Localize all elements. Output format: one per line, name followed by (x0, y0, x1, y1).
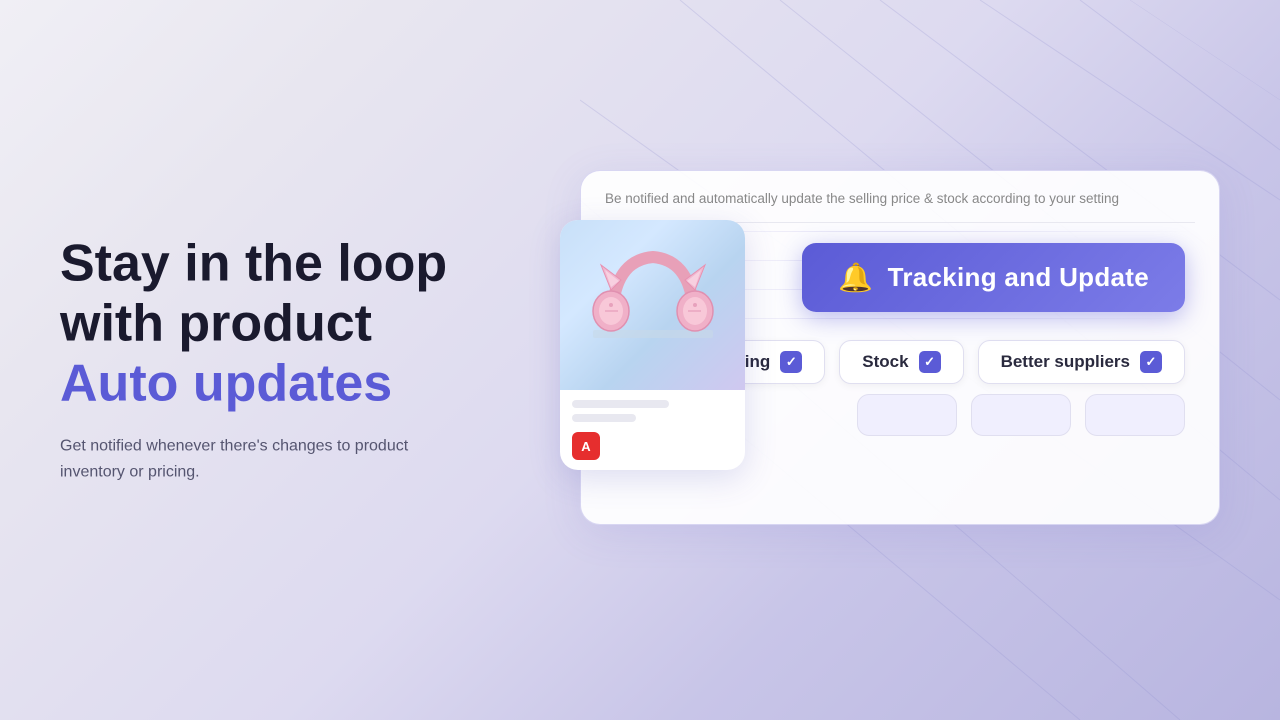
stock-check-icon: ✓ (919, 351, 941, 373)
tracking-button-label: Tracking and Update (888, 262, 1149, 293)
subtext: Get notified whenever there's changes to… (60, 434, 440, 485)
product-card-overlay: A (560, 220, 745, 470)
placeholder-pill-1 (857, 394, 957, 436)
stock-pill[interactable]: Stock ✓ (839, 340, 963, 384)
placeholder-pill-3 (1085, 394, 1185, 436)
headline-line1: Stay in the loop (60, 235, 447, 293)
headline: Stay in the loop with product Auto updat… (60, 235, 447, 414)
product-card-details: A (560, 390, 745, 470)
pricing-check-icon: ✓ (780, 351, 802, 373)
headphones-illustration (583, 235, 723, 375)
stock-label: Stock (862, 352, 908, 372)
headline-accent: Auto updates (60, 354, 392, 412)
better-suppliers-pill[interactable]: Better suppliers ✓ (978, 340, 1185, 384)
bell-icon: 🔔 (838, 261, 873, 294)
product-image (560, 220, 745, 390)
better-suppliers-label: Better suppliers (1001, 352, 1130, 372)
headline-line2: with product (60, 295, 372, 353)
product-price-line (572, 414, 636, 422)
left-content-section: Stay in the loop with product Auto updat… (60, 235, 447, 486)
tracking-and-update-button[interactable]: 🔔 Tracking and Update (802, 243, 1185, 312)
aliexpress-badge-icon: A (572, 432, 600, 460)
placeholder-pill-2 (971, 394, 1071, 436)
right-ui-mockup: Be notified and automatically update the… (560, 170, 1220, 550)
card-description-text: Be notified and automatically update the… (605, 191, 1195, 223)
better-suppliers-check-icon: ✓ (1140, 351, 1162, 373)
product-title-line (572, 400, 669, 408)
